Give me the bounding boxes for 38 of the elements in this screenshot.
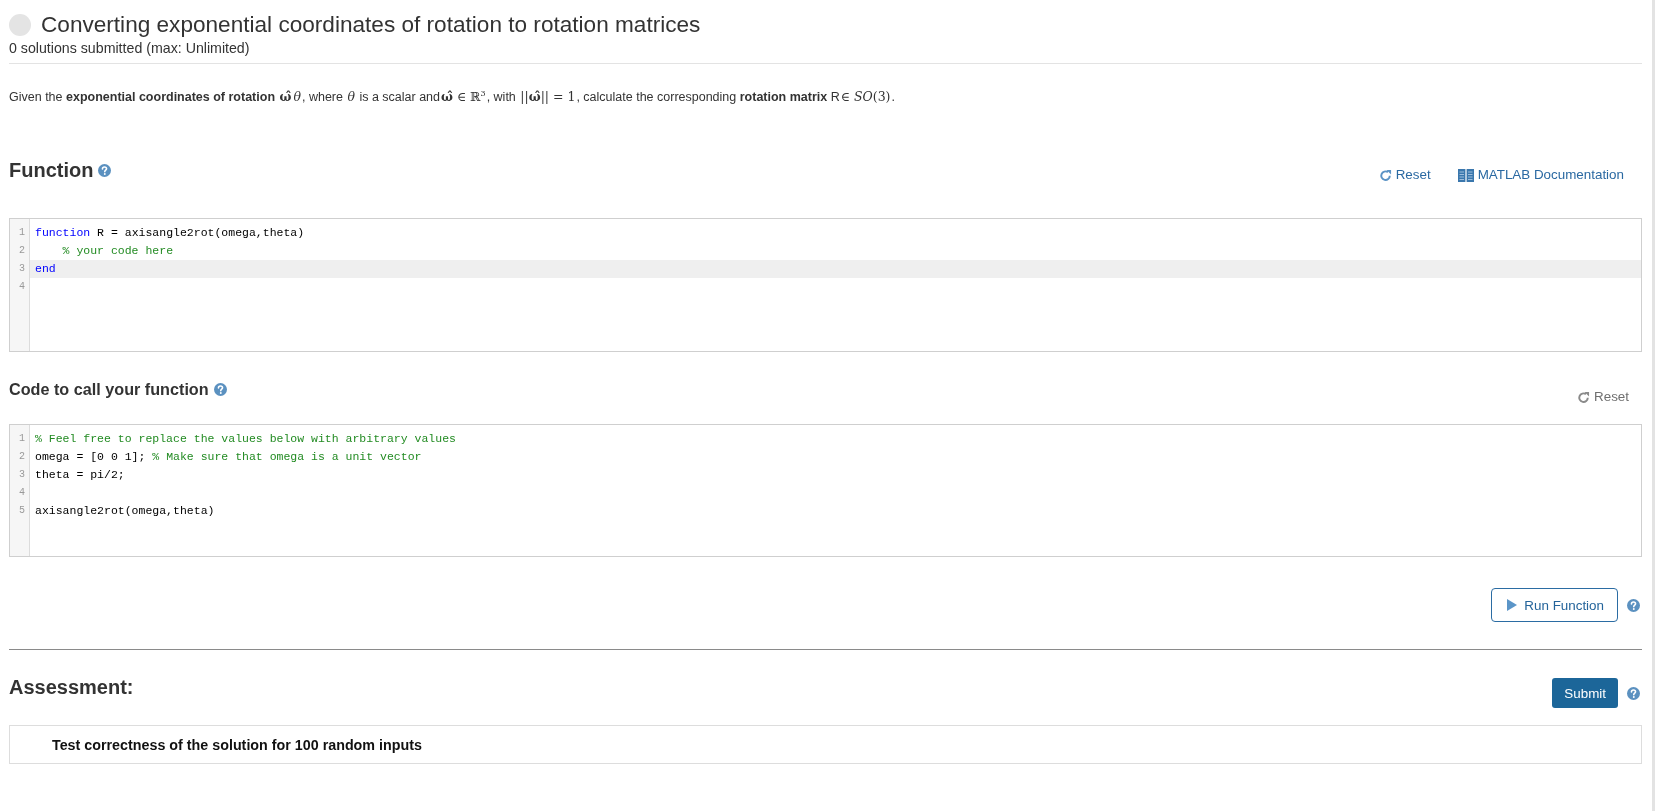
- code-line: omega = [0 0 1]; % Make sure that omega is a unit vector: [35, 449, 422, 463]
- line-number: 1: [19, 226, 25, 238]
- line-number: 3: [19, 263, 25, 275]
- line-number: 1: [19, 432, 25, 444]
- section-heading: Assessment:: [9, 675, 134, 700]
- submit-button[interactable]: Submit: [1552, 678, 1618, 709]
- code-line: axisangle2rot(omega,theta): [35, 504, 215, 518]
- reset-icon: [1378, 168, 1392, 182]
- section-heading: Function: [9, 158, 94, 183]
- line-number: 3: [19, 469, 25, 481]
- line-number: 4: [19, 487, 25, 499]
- code-line: end: [35, 262, 56, 276]
- help-icon[interactable]: [1627, 686, 1640, 700]
- line-number: 2: [19, 450, 25, 462]
- test-description: Test correctness of the solution for 100 random inputs: [52, 736, 422, 753]
- code-editor[interactable]: 1 2 3 4 function R = axisangle2rot(omega,theta) % your code here end: [9, 218, 1642, 353]
- line-number: 4: [19, 281, 25, 293]
- code-line: function R = axisangle2rot(omega,theta): [35, 225, 305, 239]
- code-line: % Feel free to replace the values below with arbitrary values: [35, 431, 456, 445]
- code-line: % your code here: [62, 243, 174, 257]
- reset-icon: [1577, 390, 1590, 404]
- problem-title: Converting exponential coordinates of rotation to rotation matrices: [41, 12, 701, 38]
- run-function-button[interactable]: Run Function: [1491, 588, 1618, 623]
- book-icon: [1457, 168, 1474, 182]
- problem-description: Given the exponential coordinates of rotation ω̂ θ, where θ is a scalar andω̂ ∈ ℝ$^{3}$, with ||ω̂|| = 1, calculate the corresponding rotation matrix R∈ SO(3).: [9, 88, 895, 107]
- section-heading: Code to call your function: [9, 379, 209, 400]
- status-circle-icon: [9, 14, 31, 36]
- code-editor[interactable]: 1 2 3 4 5 % Feel free to replace the values below with arbitrary values omega = [0 0 1]; % Make sure that omega is a unit vector theta = pi/2; axisangle2rot(omega,theta): [9, 424, 1642, 558]
- reset-link[interactable]: Reset: [1378, 167, 1431, 184]
- line-number: 2: [19, 244, 25, 256]
- submission-count: 0 solutions submitted (max: Unlimited): [9, 40, 250, 57]
- help-icon[interactable]: [213, 382, 227, 396]
- help-icon[interactable]: [1627, 598, 1640, 612]
- line-number: 5: [19, 505, 25, 517]
- code-line: theta = pi/2;: [35, 468, 125, 482]
- help-icon[interactable]: [98, 163, 112, 177]
- play-icon: [1507, 599, 1518, 612]
- documentation-link[interactable]: MATLAB Documentation: [1457, 167, 1624, 184]
